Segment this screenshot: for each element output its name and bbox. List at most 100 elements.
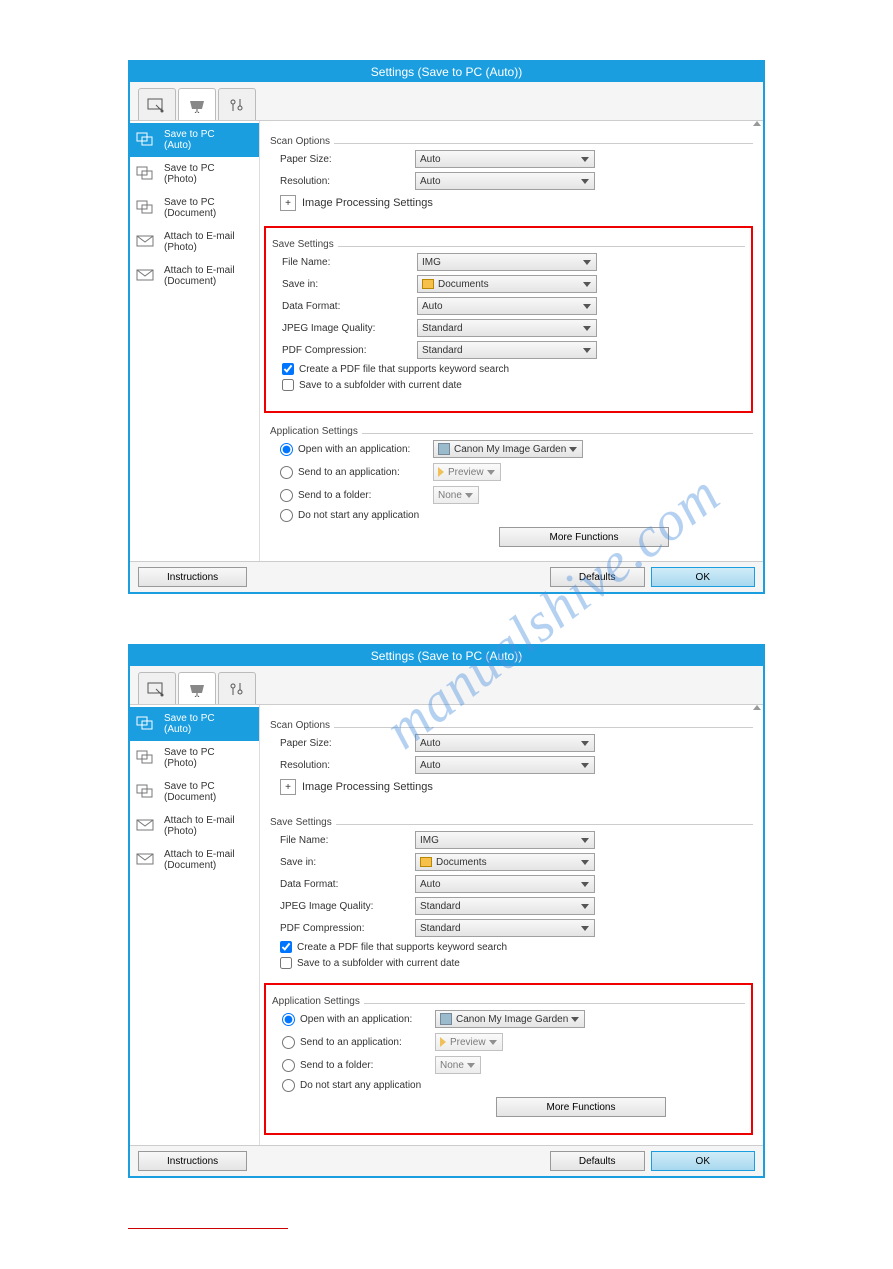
- data-format-label: Data Format:: [282, 301, 417, 312]
- resolution-label: Resolution:: [280, 176, 415, 187]
- app-icon: [438, 443, 450, 455]
- more-functions-button[interactable]: More Functions: [496, 1097, 666, 1117]
- file-name-input[interactable]: IMG: [415, 831, 595, 849]
- sidebar-item-save-photo[interactable]: Save to PC (Photo): [130, 741, 259, 775]
- sidebar-item-email-photo[interactable]: Attach to E-mail (Photo): [130, 225, 259, 259]
- tab-pc-icon[interactable]: [138, 672, 176, 704]
- save-settings-highlight: Save Settings File Name: IMG Save in: Do…: [264, 226, 753, 413]
- paper-size-select[interactable]: Auto: [415, 150, 595, 168]
- pdf-compression-label: PDF Compression:: [280, 923, 415, 934]
- sidebar-item-email-photo[interactable]: Attach to E-mail (Photo): [130, 809, 259, 843]
- file-name-label: File Name:: [280, 835, 415, 846]
- monitor-icon: [136, 783, 158, 801]
- jpeg-quality-select[interactable]: Standard: [417, 319, 597, 337]
- monitor-icon: [136, 131, 158, 149]
- tab-scanner-icon[interactable]: [178, 672, 216, 704]
- image-processing-label: Image Processing Settings: [302, 197, 433, 209]
- expand-image-processing-button[interactable]: +: [280, 195, 296, 211]
- do-not-start-radio[interactable]: [282, 1079, 295, 1092]
- application-settings-label: Application Settings: [270, 426, 362, 437]
- sidebar-item-save-document[interactable]: Save to PC (Document): [130, 775, 259, 809]
- mail-icon: [136, 233, 158, 251]
- open-app-radio[interactable]: [282, 1013, 295, 1026]
- jpeg-quality-label: JPEG Image Quality:: [280, 901, 415, 912]
- sidebar-item-email-document[interactable]: Attach to E-mail (Document): [130, 259, 259, 293]
- paper-size-label: Paper Size:: [280, 738, 415, 749]
- sidebar-item-save-auto[interactable]: Save to PC (Auto): [130, 123, 259, 157]
- do-not-start-radio[interactable]: [280, 509, 293, 522]
- application-settings-highlight: Application Settings Open with an applic…: [264, 983, 753, 1135]
- open-app-select[interactable]: Canon My Image Garden: [433, 440, 583, 458]
- open-app-label: Open with an application:: [298, 444, 433, 455]
- save-in-label: Save in:: [280, 857, 415, 868]
- mail-icon: [136, 267, 158, 285]
- main-panel: Scan Options Paper Size: Auto Resolution…: [260, 705, 763, 1145]
- monitor-icon: [136, 199, 158, 217]
- sidebar-item-save-photo[interactable]: Save to PC (Photo): [130, 157, 259, 191]
- send-app-label: Send to an application:: [300, 1037, 435, 1048]
- send-folder-label: Send to a folder:: [298, 490, 433, 501]
- save-settings-label: Save Settings: [270, 817, 336, 828]
- subfolder-checkbox[interactable]: Save to a subfolder with current date: [280, 957, 753, 969]
- send-app-radio[interactable]: [280, 466, 293, 479]
- paper-size-select[interactable]: Auto: [415, 734, 595, 752]
- save-in-select[interactable]: Documents: [417, 275, 597, 293]
- tab-pc-icon[interactable]: [138, 88, 176, 120]
- tab-tools-icon[interactable]: [218, 88, 256, 120]
- monitor-icon: [136, 749, 158, 767]
- sidebar-item-label: Save to PC (Photo): [164, 747, 253, 769]
- sidebar-item-email-document[interactable]: Attach to E-mail (Document): [130, 843, 259, 877]
- instructions-button[interactable]: Instructions: [138, 567, 247, 587]
- keyword-pdf-checkbox[interactable]: Create a PDF file that supports keyword …: [282, 363, 745, 375]
- sidebar-item-save-document[interactable]: Save to PC (Document): [130, 191, 259, 225]
- ok-button[interactable]: OK: [651, 1151, 755, 1171]
- defaults-button[interactable]: Defaults: [550, 1151, 645, 1171]
- mail-icon: [136, 851, 158, 869]
- sidebar-item-label: Attach to E-mail (Photo): [164, 815, 253, 837]
- paper-size-label: Paper Size:: [280, 154, 415, 165]
- send-folder-radio[interactable]: [280, 489, 293, 502]
- pdf-compression-select[interactable]: Standard: [417, 341, 597, 359]
- send-app-radio[interactable]: [282, 1036, 295, 1049]
- subfolder-checkbox[interactable]: Save to a subfolder with current date: [282, 379, 745, 391]
- resolution-select[interactable]: Auto: [415, 172, 595, 190]
- send-app-select[interactable]: Preview: [435, 1033, 503, 1051]
- save-in-label: Save in:: [282, 279, 417, 290]
- sidebar-item-label: Save to PC (Auto): [164, 129, 253, 151]
- tab-tools-icon[interactable]: [218, 672, 256, 704]
- scroll-up-icon[interactable]: [753, 121, 761, 129]
- save-in-select[interactable]: Documents: [415, 853, 595, 871]
- data-format-select[interactable]: Auto: [417, 297, 597, 315]
- scan-options-label: Scan Options: [270, 720, 334, 731]
- open-app-select[interactable]: Canon My Image Garden: [435, 1010, 585, 1028]
- tab-scanner-icon[interactable]: [178, 88, 216, 120]
- folder-icon: [422, 279, 434, 289]
- sidebar-item-label: Save to PC (Document): [164, 781, 253, 803]
- window-title: Settings (Save to PC (Auto)): [130, 646, 763, 666]
- send-folder-select[interactable]: None: [433, 486, 479, 504]
- more-functions-button[interactable]: More Functions: [499, 527, 669, 547]
- resolution-label: Resolution:: [280, 760, 415, 771]
- open-app-radio[interactable]: [280, 443, 293, 456]
- keyword-pdf-checkbox[interactable]: Create a PDF file that supports keyword …: [280, 941, 753, 953]
- scan-options-label: Scan Options: [270, 136, 334, 147]
- jpeg-quality-select[interactable]: Standard: [415, 897, 595, 915]
- scroll-up-icon[interactable]: [753, 705, 761, 713]
- expand-image-processing-button[interactable]: +: [280, 779, 296, 795]
- pdf-compression-select[interactable]: Standard: [415, 919, 595, 937]
- defaults-button[interactable]: Defaults: [550, 567, 645, 587]
- send-folder-select[interactable]: None: [435, 1056, 481, 1074]
- jpeg-quality-label: JPEG Image Quality:: [282, 323, 417, 334]
- sidebar-item-label: Attach to E-mail (Photo): [164, 231, 253, 253]
- file-name-input[interactable]: IMG: [417, 253, 597, 271]
- sidebar-item-save-auto[interactable]: Save to PC (Auto): [130, 707, 259, 741]
- resolution-select[interactable]: Auto: [415, 756, 595, 774]
- data-format-select[interactable]: Auto: [415, 875, 595, 893]
- main-panel: Scan Options Paper Size: Auto Resolution…: [260, 121, 763, 561]
- send-app-select[interactable]: Preview: [433, 463, 501, 481]
- send-folder-radio[interactable]: [282, 1059, 295, 1072]
- ok-button[interactable]: OK: [651, 567, 755, 587]
- monitor-icon: [136, 165, 158, 183]
- toolbar: [130, 666, 763, 705]
- instructions-button[interactable]: Instructions: [138, 1151, 247, 1171]
